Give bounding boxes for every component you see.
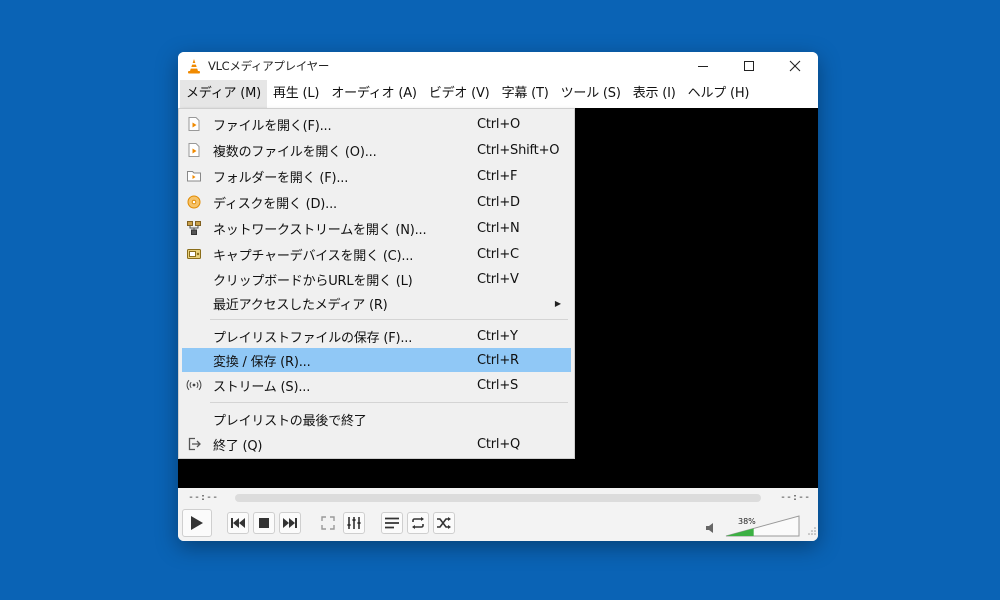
elapsed-time: --:-- [188, 492, 219, 503]
control-bar: --:-- --:-- 38% [178, 488, 818, 541]
loop-button[interactable] [407, 512, 429, 534]
menu-separator [210, 319, 568, 320]
stop-icon [259, 518, 269, 528]
shuffle-button[interactable] [433, 512, 455, 534]
menu-item-open-folder[interactable]: フォルダーを開く (F)... Ctrl+F [182, 164, 571, 188]
loop-icon [412, 517, 424, 529]
maximize-button[interactable] [726, 52, 772, 80]
capture-device-icon [186, 246, 202, 262]
menu-view[interactable]: 表示 (I) [627, 80, 682, 108]
volume-slider[interactable] [725, 515, 800, 537]
network-icon [186, 220, 202, 236]
resize-grip-icon[interactable] [808, 520, 816, 539]
shuffle-icon [437, 517, 451, 529]
exit-icon [186, 436, 202, 452]
minimize-icon [698, 66, 708, 67]
playlist-button[interactable] [381, 512, 403, 534]
vlc-window: VLCメディアプレイヤー メディア (M) 再生 (L) オーディオ (A) ビ… [178, 52, 818, 541]
extended-settings-button[interactable] [343, 512, 365, 534]
file-icon [186, 116, 202, 132]
menu-subtitle[interactable]: 字幕 (T) [496, 80, 555, 108]
seek-slider[interactable] [235, 494, 761, 502]
menu-item-open-url-from-clipboard[interactable]: クリップボードからURLを開く (L) Ctrl+V [182, 267, 571, 291]
menu-item-stream[interactable]: ストリーム (S)... Ctrl+S [182, 373, 571, 397]
equalizer-icon [347, 517, 361, 529]
menu-help[interactable]: ヘルプ (H) [682, 80, 756, 108]
fullscreen-button[interactable] [317, 512, 339, 534]
menu-item-recent-media[interactable]: 最近アクセスしたメディア (R) ▶ [182, 291, 571, 315]
next-button[interactable] [279, 512, 301, 534]
menu-item-open-capture-device[interactable]: キャプチャーデバイスを開く (C)... Ctrl+C [182, 242, 571, 266]
title-bar[interactable]: VLCメディアプレイヤー [178, 52, 818, 80]
window-title: VLCメディアプレイヤー [208, 59, 330, 73]
menu-item-open-disc[interactable]: ディスクを開く (D)... Ctrl+D [182, 190, 571, 214]
menu-item-open-multiple-files[interactable]: 複数のファイルを開く (O)... Ctrl+Shift+O [182, 138, 571, 162]
close-button[interactable] [772, 52, 818, 80]
menu-item-quit-at-end-of-playlist[interactable]: プレイリストの最後で終了 [182, 407, 571, 431]
menu-item-quit[interactable]: 終了 (Q) Ctrl+Q [182, 432, 571, 456]
previous-icon [231, 518, 245, 528]
menu-audio[interactable]: オーディオ (A) [325, 80, 422, 108]
play-icon [191, 516, 203, 530]
menu-video[interactable]: ビデオ (V) [423, 80, 496, 108]
maximize-icon [744, 61, 754, 71]
close-icon [789, 60, 801, 72]
next-icon [283, 518, 297, 528]
disc-icon [186, 194, 202, 210]
media-menu-dropdown: ファイルを開く(F)... Ctrl+O 複数のファイルを開く (O)... C… [178, 108, 575, 459]
submenu-arrow-icon: ▶ [554, 298, 561, 308]
folder-icon [186, 168, 202, 184]
previous-button[interactable] [227, 512, 249, 534]
menu-item-save-playlist[interactable]: プレイリストファイルの保存 (F)... Ctrl+Y [182, 324, 571, 348]
menu-playback[interactable]: 再生 (L) [267, 80, 325, 108]
menu-tools[interactable]: ツール (S) [555, 80, 627, 108]
minimize-button[interactable] [680, 52, 726, 80]
playlist-icon [385, 517, 399, 529]
speaker-icon[interactable] [705, 519, 717, 538]
menu-item-open-file[interactable]: ファイルを開く(F)... Ctrl+O [182, 112, 571, 136]
menu-media[interactable]: メディア (M) [180, 80, 267, 108]
stream-icon [186, 377, 202, 393]
vlc-cone-icon [186, 58, 202, 74]
menu-bar: メディア (M) 再生 (L) オーディオ (A) ビデオ (V) 字幕 (T)… [178, 80, 818, 108]
menu-separator [210, 402, 568, 403]
menu-item-convert-save[interactable]: 変換 / 保存 (R)... Ctrl+R [182, 348, 571, 372]
play-button[interactable] [182, 509, 212, 537]
multiple-files-icon [186, 142, 202, 158]
remaining-time: --:-- [780, 492, 811, 503]
stop-button[interactable] [253, 512, 275, 534]
menu-item-open-network-stream[interactable]: ネットワークストリームを開く (N)... Ctrl+N [182, 216, 571, 240]
fullscreen-icon [321, 516, 335, 530]
